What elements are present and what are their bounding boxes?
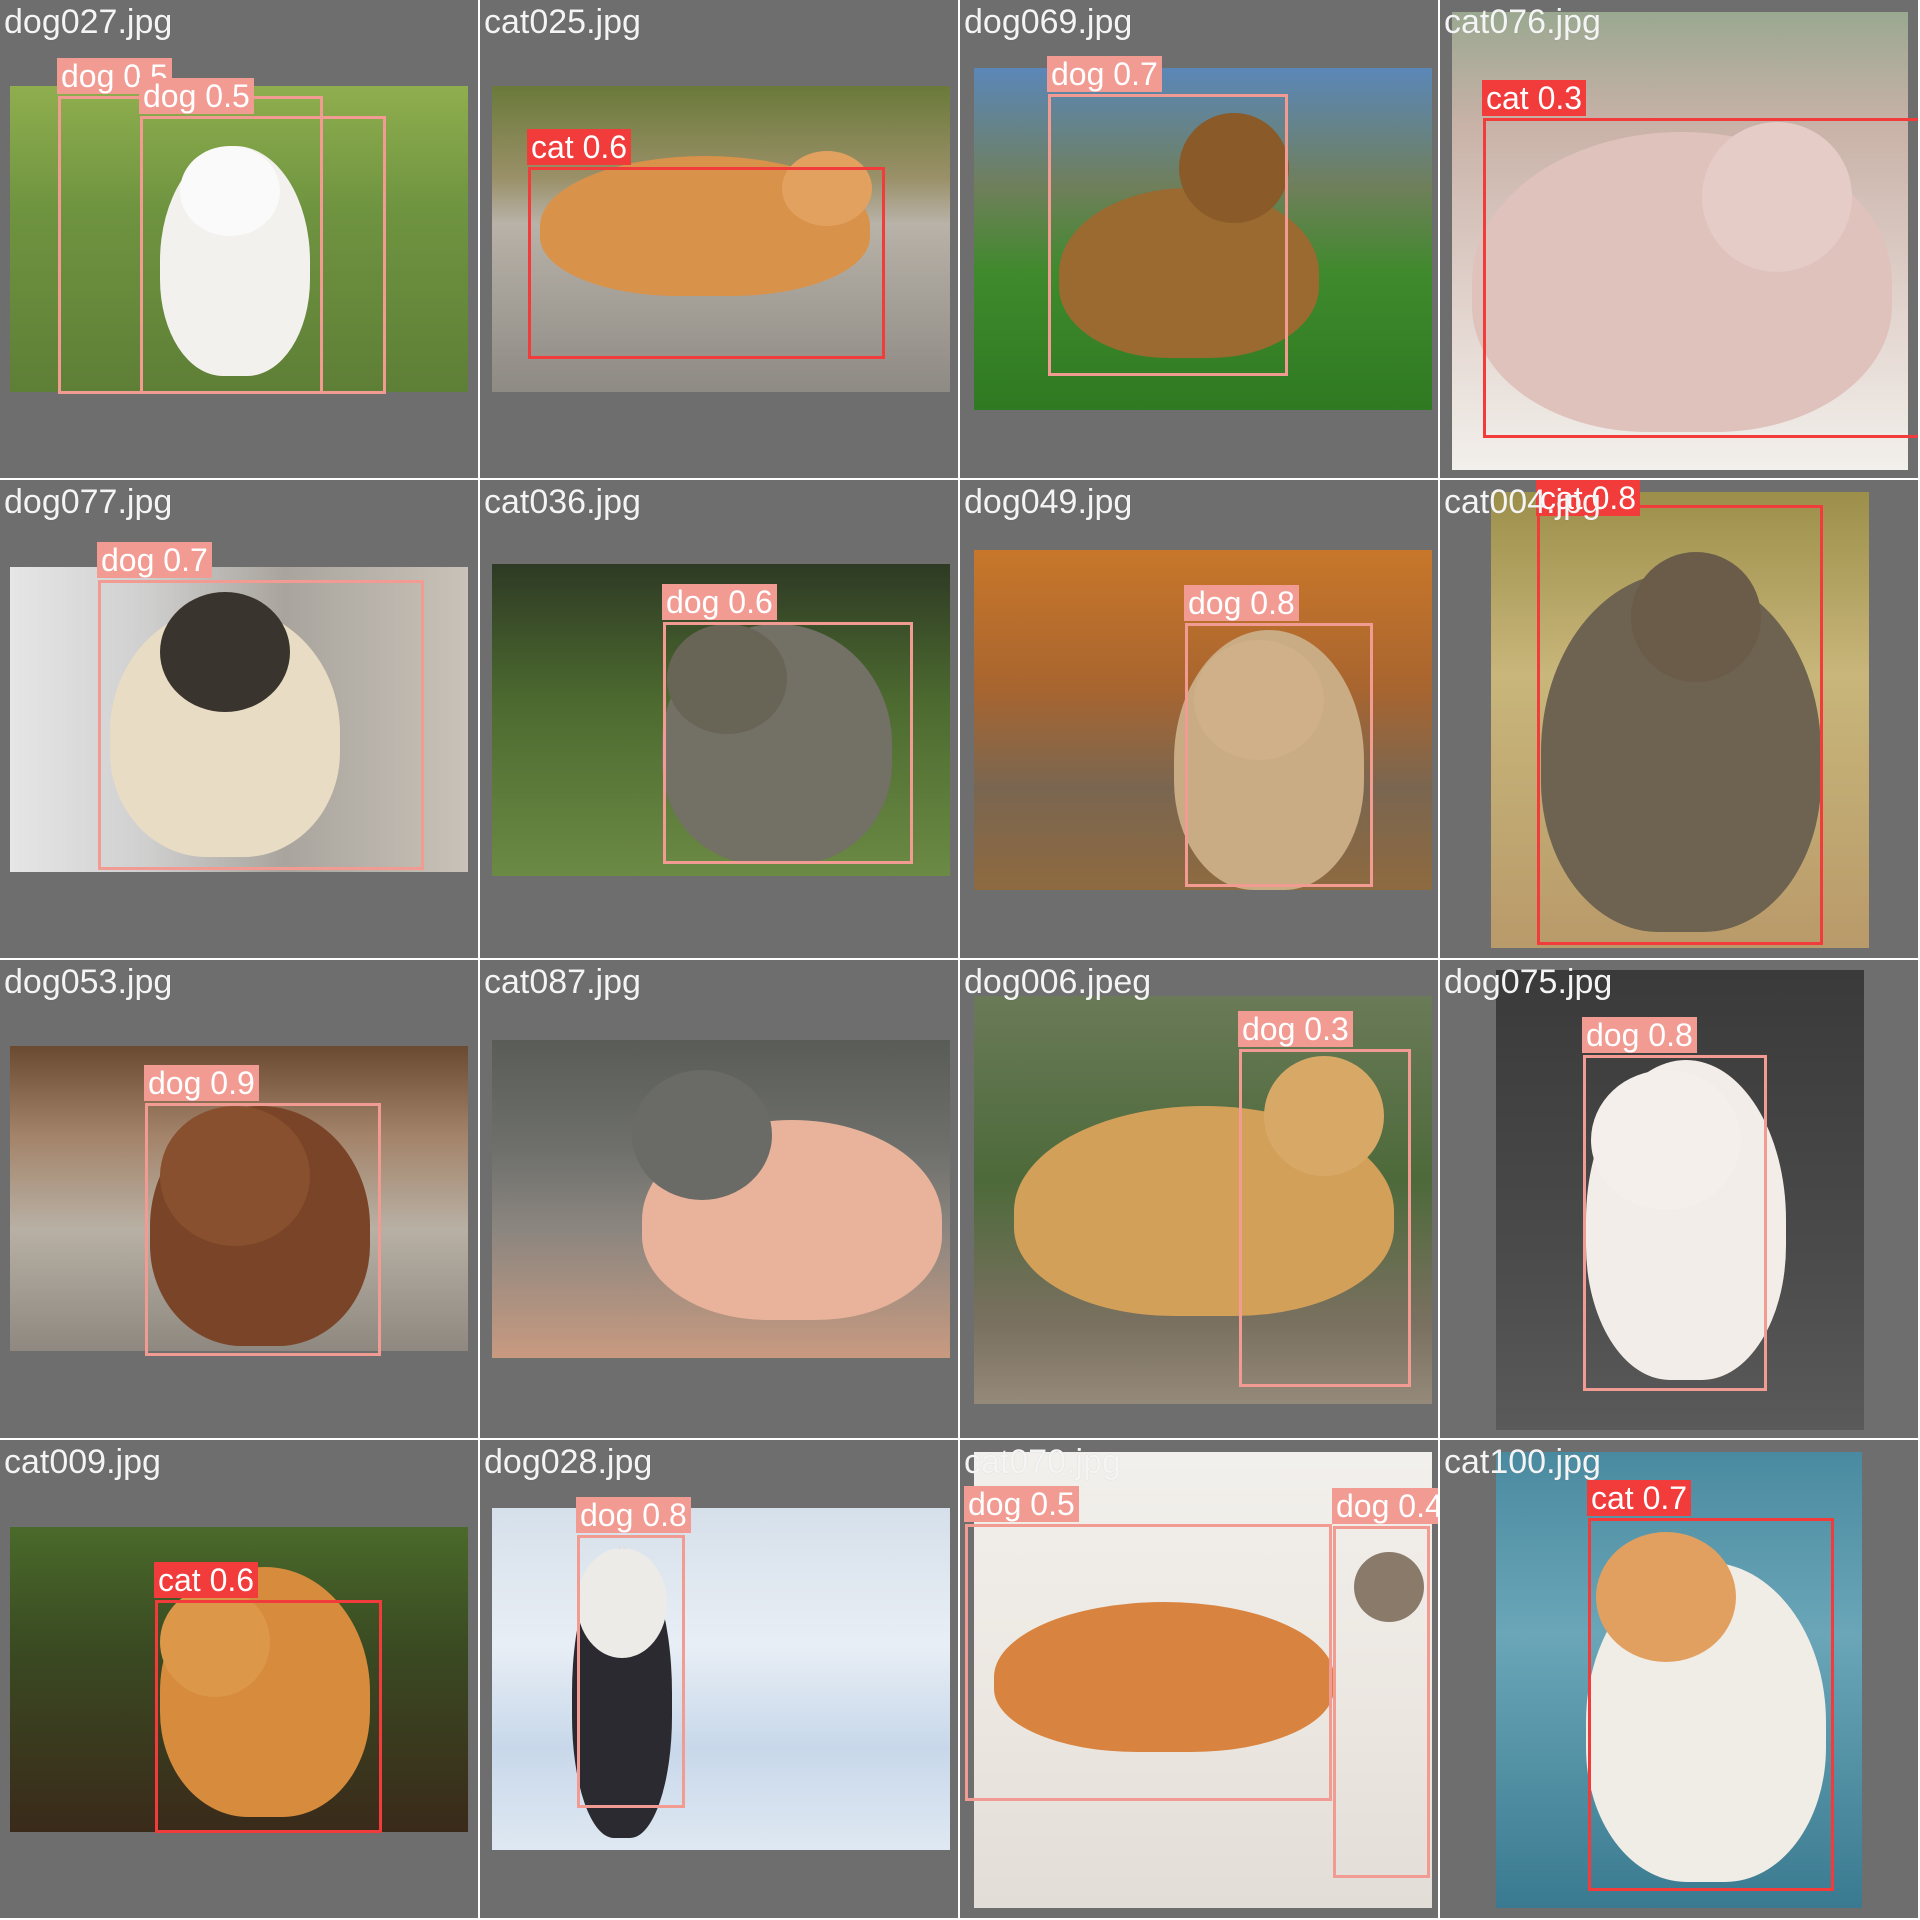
detection-label: dog 0.7 (97, 542, 212, 578)
cat-bounding-box (1537, 505, 1823, 945)
result-tile[interactable]: dog049.jpg dog 0.8 (960, 480, 1440, 960)
dog-bounding-box (140, 116, 386, 394)
tile-filename: cat025.jpg (484, 3, 641, 41)
detection-label: dog 0.9 (144, 1065, 259, 1101)
cat-bounding-box (1588, 1518, 1834, 1891)
dog-bounding-box (1583, 1055, 1767, 1391)
dog-bounding-box (145, 1103, 381, 1356)
cat-bounding-box (1483, 118, 1918, 438)
detection-label: dog 0.8 (1184, 585, 1299, 621)
result-tile[interactable]: cat070.jpg dog 0.5 dog 0.4 (960, 1440, 1440, 1920)
tile-photo (492, 1508, 950, 1850)
result-tile[interactable]: dog027.jpg dog 0.5 dog 0.5 (0, 0, 480, 480)
photo-subject-head (632, 1070, 772, 1200)
dog-bounding-box (1239, 1049, 1411, 1387)
detection-label: dog 0.4 (1332, 1488, 1438, 1524)
detection-label: dog 0.7 (1047, 56, 1162, 92)
tile-filename: cat036.jpg (484, 483, 641, 521)
tile-filename: cat100.jpg (1444, 1443, 1601, 1481)
tile-filename: cat009.jpg (4, 1443, 161, 1481)
dog-bounding-box (577, 1535, 685, 1808)
result-tile[interactable]: cat076.jpg cat 0.3 (1440, 0, 1920, 480)
tile-filename: cat076.jpg (1444, 3, 1601, 41)
tile-filename: dog077.jpg (4, 483, 173, 521)
detection-label: dog 0.8 (576, 1497, 691, 1533)
tile-filename: dog075.jpg (1444, 963, 1613, 1001)
detection-label: cat 0.7 (1587, 1480, 1692, 1516)
result-tile[interactable]: cat025.jpg cat 0.6 (480, 0, 960, 480)
result-tile[interactable]: cat004.jpg cat 0.8 (1440, 480, 1920, 960)
tile-photo (492, 1040, 950, 1358)
result-tile[interactable]: cat036.jpg dog 0.6 (480, 480, 960, 960)
detection-label: dog 0.5 (139, 78, 254, 114)
cat-bounding-box (528, 167, 885, 359)
tile-filename: cat087.jpg (484, 963, 641, 1001)
dog-bounding-box (1333, 1526, 1430, 1878)
dog-bounding-box (663, 622, 913, 864)
tile-filename: dog006.jpeg (964, 963, 1152, 1001)
dog-bounding-box (98, 580, 424, 870)
result-tile[interactable]: dog077.jpg dog 0.7 (0, 480, 480, 960)
tile-filename: dog053.jpg (4, 963, 173, 1001)
result-tile[interactable]: cat087.jpg (480, 960, 960, 1440)
detection-label: cat 0.6 (154, 1562, 259, 1598)
result-tile[interactable]: cat009.jpg cat 0.6 (0, 1440, 480, 1920)
detection-label: cat 0.3 (1482, 80, 1587, 116)
tile-filename: cat004.jpg (1444, 483, 1601, 521)
tile-filename: cat070.jpg (964, 1443, 1121, 1481)
result-tile[interactable]: cat100.jpg cat 0.7 (1440, 1440, 1920, 1920)
result-tile[interactable]: dog006.jpeg dog 0.3 (960, 960, 1440, 1440)
dog-bounding-box (1185, 623, 1373, 887)
tile-filename: dog027.jpg (4, 3, 173, 41)
detection-label: dog 0.8 (1582, 1017, 1697, 1053)
tile-filename: dog069.jpg (964, 3, 1133, 41)
detection-label: dog 0.3 (1238, 1011, 1353, 1047)
result-tile[interactable]: dog053.jpg dog 0.9 (0, 960, 480, 1440)
result-tile[interactable]: dog075.jpg dog 0.8 (1440, 960, 1920, 1440)
result-tile[interactable]: dog069.jpg dog 0.7 (960, 0, 1440, 480)
detection-label: dog 0.5 (964, 1486, 1079, 1522)
cat-bounding-box (155, 1600, 382, 1833)
detection-label: cat 0.6 (527, 129, 632, 165)
result-tile[interactable]: dog028.jpg dog 0.8 (480, 1440, 960, 1920)
tile-filename: dog028.jpg (484, 1443, 653, 1481)
detection-results-grid: dog027.jpg dog 0.5 dog 0.5 cat025.jpg cat 0.… (0, 0, 1920, 1920)
dog-bounding-box (965, 1524, 1332, 1801)
detection-label: dog 0.6 (662, 584, 777, 620)
dog-bounding-box (1048, 94, 1288, 376)
tile-filename: dog049.jpg (964, 483, 1133, 521)
